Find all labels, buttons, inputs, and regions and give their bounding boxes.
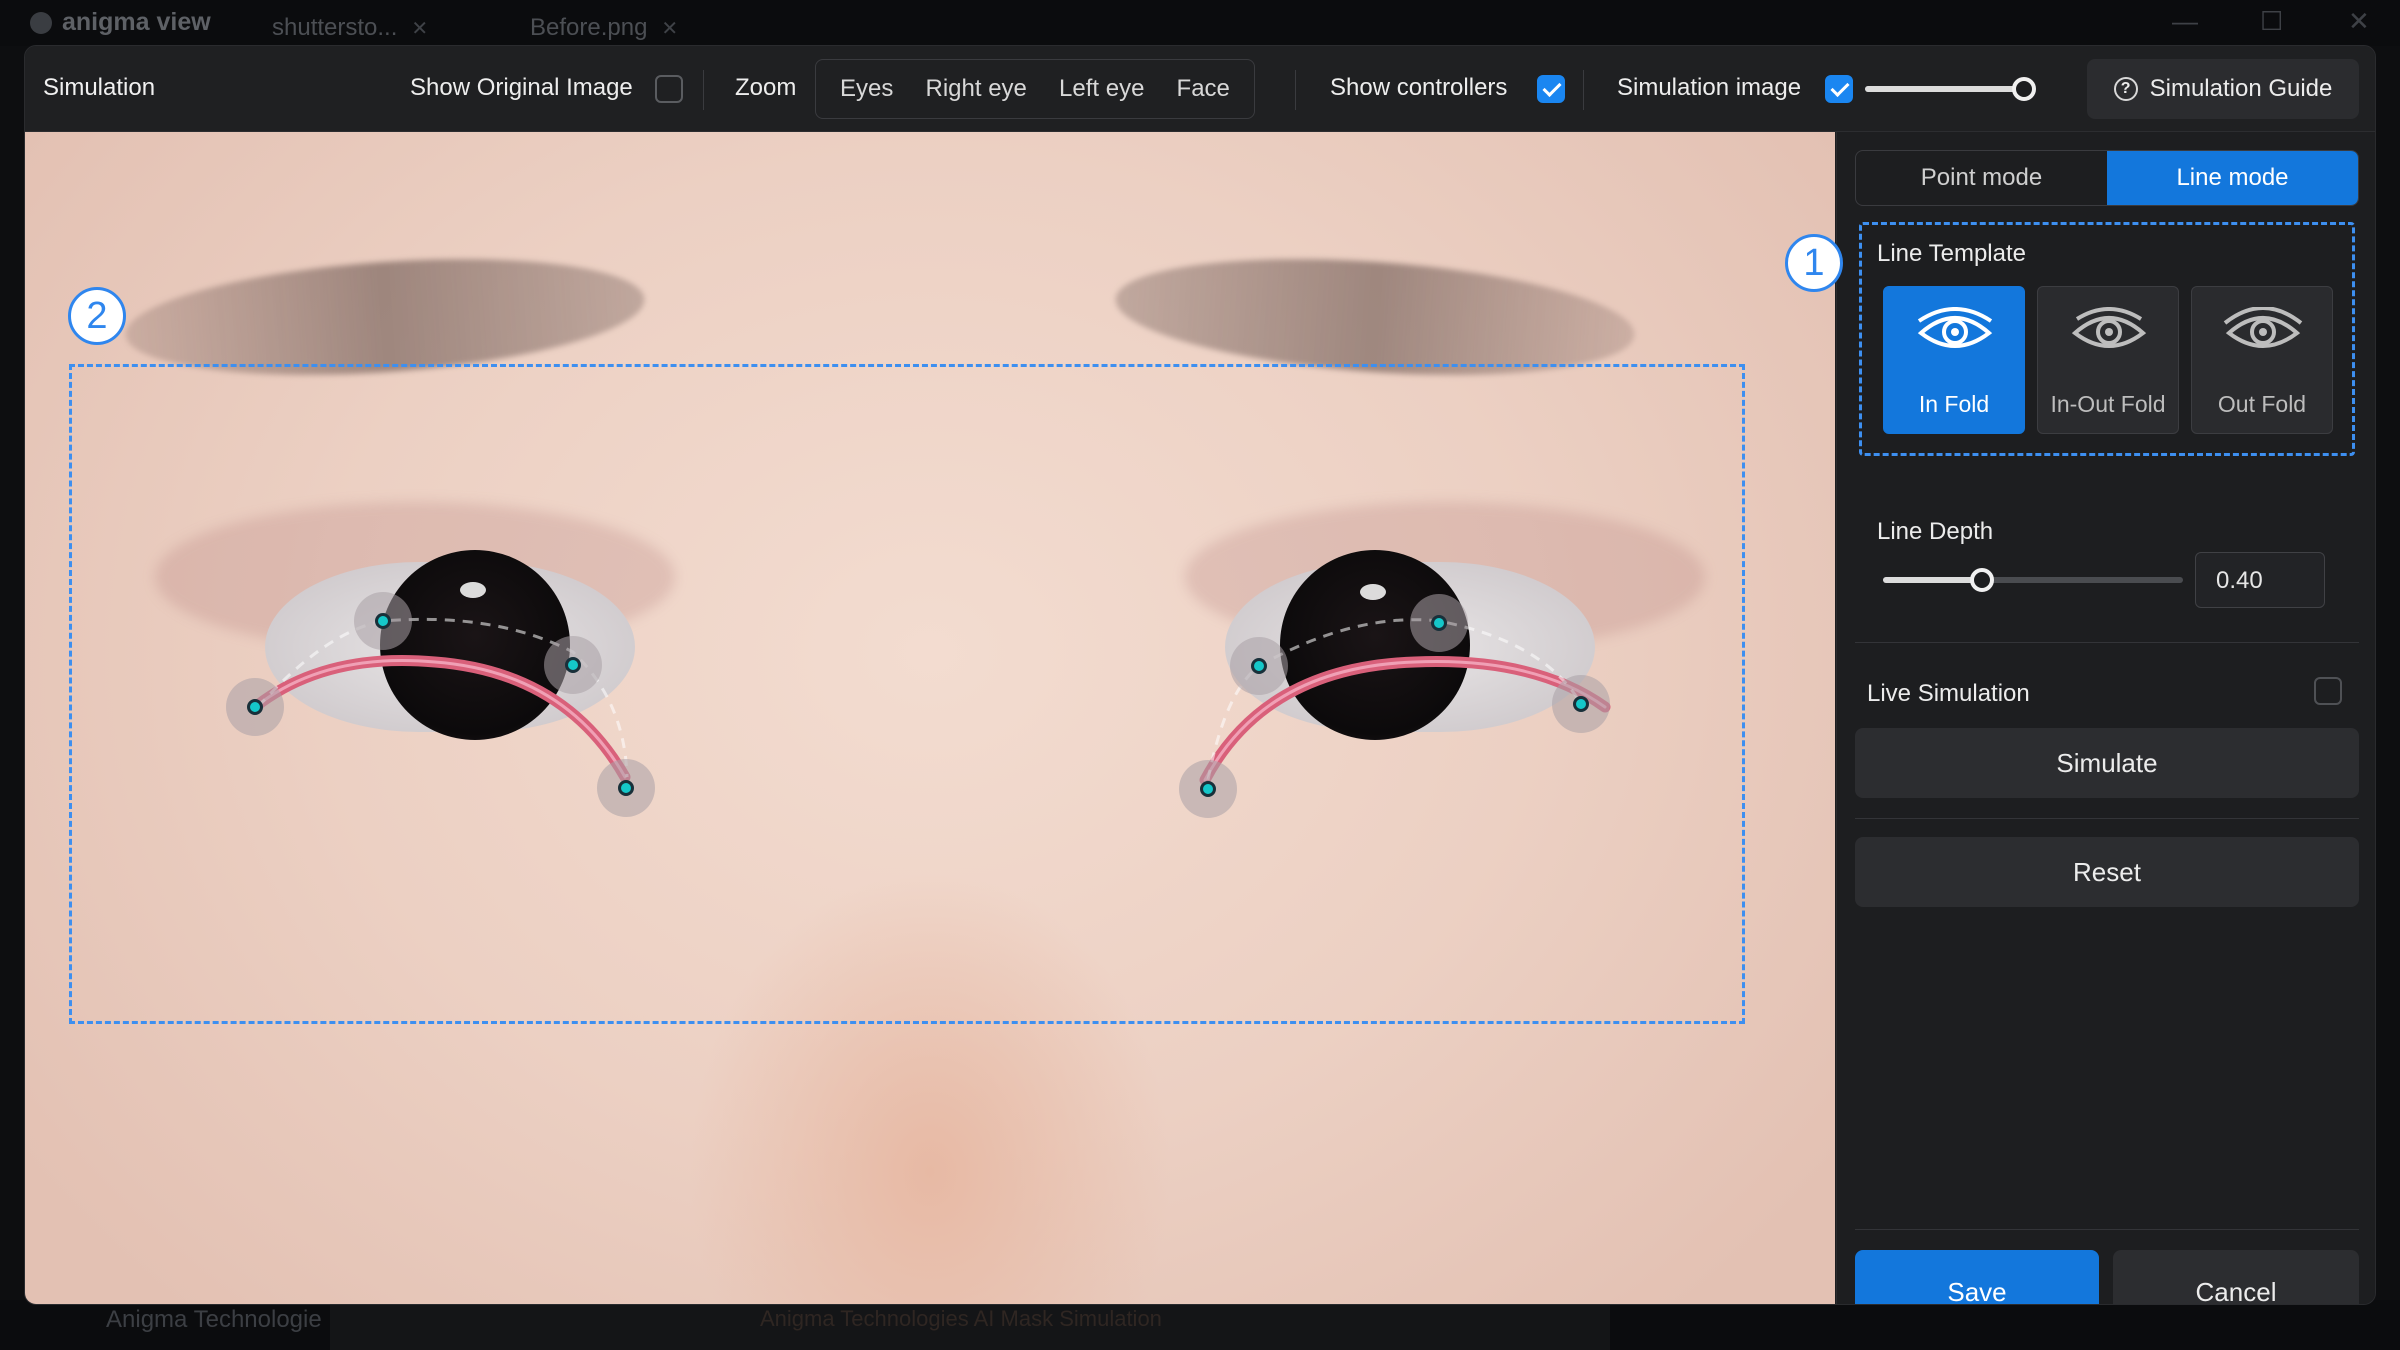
zoom-right-eye-button[interactable]: Right eye xyxy=(926,75,1027,103)
line-template-title: Line Template xyxy=(1877,240,2026,267)
show-controllers-checkbox[interactable] xyxy=(1537,75,1565,103)
panel-divider xyxy=(1855,1229,2359,1230)
app-name: anigma view xyxy=(62,8,211,36)
cancel-button[interactable]: Cancel xyxy=(2113,1250,2359,1304)
point-mode-tab[interactable]: Point mode xyxy=(1856,151,2107,205)
live-simulation-label: Live Simulation xyxy=(1867,680,2030,707)
eyes-region-outline xyxy=(69,364,1745,1024)
close-icon[interactable]: ✕ xyxy=(411,16,428,41)
image-tab-label: shuttersto... xyxy=(272,14,398,41)
step-badge-1: 1 xyxy=(1785,234,1843,292)
line-depth-thumb[interactable] xyxy=(1970,568,1994,592)
eye-icon xyxy=(1917,307,1993,348)
line-depth-label: Line Depth xyxy=(1877,518,1994,545)
show-controllers-label: Show controllers xyxy=(1330,74,1508,101)
simulation-image-checkbox[interactable] xyxy=(1825,75,1853,103)
line-depth-fill xyxy=(1883,577,1982,583)
step-badge-2: 2 xyxy=(68,287,126,345)
face-image-canvas[interactable]: 2 xyxy=(25,132,1835,1304)
save-button[interactable]: Save xyxy=(1855,1250,2099,1304)
eye-icon xyxy=(2071,307,2147,348)
line-mode-tab[interactable]: Line mode xyxy=(2107,151,2358,205)
live-simulation-checkbox[interactable] xyxy=(2314,677,2342,705)
template-label: Out Fold xyxy=(2217,391,2307,417)
app-logo-icon xyxy=(30,11,52,34)
mode-switch: Point mode Line mode xyxy=(1855,150,2359,206)
panel-divider xyxy=(1855,642,2359,643)
template-label: In Fold xyxy=(1918,391,1990,417)
simulate-button[interactable]: Simulate xyxy=(1855,728,2359,798)
panel-divider xyxy=(1855,818,2359,819)
simulation-toolbar: Simulation Show Original Image Zoom Eyes… xyxy=(25,46,2375,132)
dialog-title: Simulation xyxy=(43,74,156,101)
simulation-opacity-fill xyxy=(1865,86,2024,92)
zoom-face-button[interactable]: Face xyxy=(1177,75,1230,103)
toolbar-divider xyxy=(703,70,704,110)
simulation-image-label: Simulation image xyxy=(1617,74,1802,101)
template-label: In-Out Fold xyxy=(2050,391,2166,417)
settings-panel: Point mode Line mode Line Template In Fo… xyxy=(1836,132,2375,1304)
window-close-icon[interactable]: ✕ xyxy=(2348,6,2370,37)
show-original-checkbox[interactable] xyxy=(655,75,683,103)
zoom-eyes-button[interactable]: Eyes xyxy=(840,75,893,103)
eye-icon xyxy=(2223,307,2303,348)
minimize-icon[interactable]: — xyxy=(2172,6,2198,37)
simulation-guide-button[interactable]: ? Simulation Guide xyxy=(2087,59,2359,119)
line-depth-input[interactable]: 0.40 xyxy=(2195,552,2325,608)
reset-button[interactable]: Reset xyxy=(1855,837,2359,907)
zoom-label: Zoom xyxy=(735,74,797,101)
background-app-title: anigma view xyxy=(30,8,211,37)
background-tab[interactable]: Before.png ✕ xyxy=(530,10,678,46)
background-footer-text: Anigma Technologies AI Mask Simulation xyxy=(760,1306,1162,1331)
zoom-options: Eyes Right eye Left eye Face xyxy=(815,59,1255,119)
simulation-guide-label: Simulation Guide xyxy=(2149,75,2333,102)
template-in-fold[interactable]: In Fold xyxy=(1883,286,2025,434)
template-in-out-fold[interactable]: In-Out Fold xyxy=(2037,286,2179,434)
maximize-icon[interactable]: ☐ xyxy=(2260,6,2283,37)
toolbar-divider xyxy=(1583,70,1584,110)
company-name: Anigma Technologie xyxy=(106,1306,322,1333)
background-tab[interactable]: shuttersto... ✕ xyxy=(272,10,428,46)
simulation-opacity-thumb[interactable] xyxy=(2012,77,2036,101)
question-circle-icon: ? xyxy=(2113,77,2138,101)
template-out-fold[interactable]: Out Fold xyxy=(2191,286,2333,434)
toolbar-divider xyxy=(1295,70,1296,110)
image-tab-label: Before.png xyxy=(530,14,648,41)
show-original-label: Show Original Image xyxy=(410,74,633,101)
simulation-dialog: Simulation Show Original Image Zoom Eyes… xyxy=(24,45,2376,1305)
close-icon[interactable]: ✕ xyxy=(661,16,678,41)
zoom-left-eye-button[interactable]: Left eye xyxy=(1059,75,1144,103)
